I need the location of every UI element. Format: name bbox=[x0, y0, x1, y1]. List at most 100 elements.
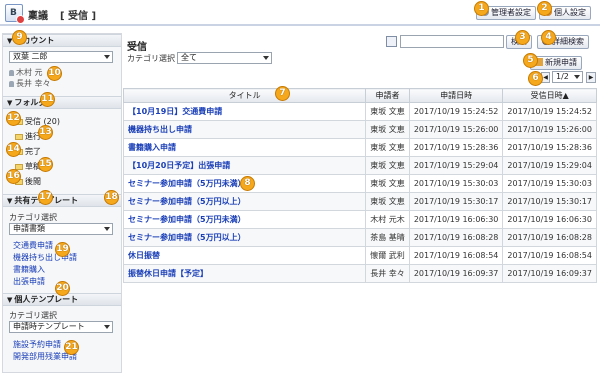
received-at-cell: 2017/10/19 16:08:28 bbox=[502, 228, 597, 247]
table-row[interactable]: 【10月19日】交通費申請 東坂 文恵 2017/10/19 15:24:52 201… bbox=[122, 102, 597, 121]
personal-category-select[interactable]: 申請時テンプレート bbox=[9, 321, 113, 333]
applicant-cell: 木村 元木 bbox=[365, 210, 410, 229]
received-at-cell: 2017/10/19 15:30:17 bbox=[502, 192, 597, 211]
chevron-down-icon bbox=[574, 75, 580, 79]
shared-category-select[interactable]: 申請書類 bbox=[9, 223, 113, 235]
chevron-down-icon bbox=[104, 227, 110, 231]
received-at-cell: 2017/10/19 15:29:04 bbox=[502, 156, 597, 175]
category-select[interactable]: 全て bbox=[177, 52, 272, 64]
title-cell[interactable]: 【10月19日】交通費申請 bbox=[122, 102, 367, 121]
account-select[interactable]: 双葉 二郎 bbox=[9, 51, 113, 63]
title-cell[interactable]: 振替休日申請【予定】 bbox=[122, 264, 367, 283]
annotation-badge: 17 bbox=[38, 190, 53, 205]
received-at-cell: 2017/10/19 15:26:00 bbox=[502, 120, 597, 139]
applied-at-cell: 2017/10/19 15:26:00 bbox=[408, 120, 504, 139]
table-row[interactable]: 【10月20日予定】出張申請 東坂 文恵 2017/10/19 15:29:04 20… bbox=[122, 156, 597, 175]
top-bar: B 稟議 [ 受信 ] 管理者設定 個人設定 bbox=[0, 0, 600, 26]
applicant-cell: 東坂 文恵 bbox=[365, 138, 410, 157]
person-icon bbox=[9, 81, 14, 87]
chevron-down-icon bbox=[104, 55, 110, 59]
received-at-cell: 2017/10/19 16:08:54 bbox=[502, 246, 597, 265]
annotation-badge: 13 bbox=[38, 125, 53, 140]
title-cell[interactable]: セミナー参加申請（5万円以上） bbox=[122, 228, 367, 247]
table-row[interactable]: セミナー参加申請（5万円以上） 茶島 基晴 2017/10/19 16:08:28 2… bbox=[122, 228, 597, 247]
annotation-badge: 4 bbox=[541, 30, 556, 45]
column-header-received-at[interactable]: 受信日時▲ bbox=[502, 88, 597, 103]
personal-template-link[interactable]: 施設予約申請 bbox=[13, 339, 61, 350]
applicant-cell: 茶島 基晴 bbox=[365, 228, 410, 247]
table-row[interactable]: 機器持ち出し申請 東坂 文恵 2017/10/19 15:26:00 2017/10/… bbox=[122, 120, 597, 139]
shared-category-label: カテゴリ選択 bbox=[9, 213, 57, 222]
chevron-down-icon bbox=[104, 325, 110, 329]
title-cell[interactable]: 書籍購入申請 bbox=[122, 138, 367, 157]
table-row[interactable]: 振替休日申請【予定】 長井 幸々 2017/10/19 16:09:37 2017/1… bbox=[122, 264, 597, 283]
table-row[interactable]: 休日振替 懐爾 武利 2017/10/19 16:08:54 2017/10/19 1… bbox=[122, 246, 597, 265]
annotation-badge: 16 bbox=[6, 169, 21, 184]
annotation-badge: 3 bbox=[515, 30, 530, 45]
folder-inbox[interactable]: 受信 (20) bbox=[15, 116, 60, 127]
table-row[interactable]: セミナー参加申請（5万円以上） 東坂 文恵 2017/10/19 15:30:17 2… bbox=[122, 192, 597, 211]
annotation-badge: 1 bbox=[474, 1, 489, 16]
shared-template-link[interactable]: 書籍購入 bbox=[13, 264, 45, 275]
table-header-row: タイトル 申請者 申請日時 受信日時▲ bbox=[122, 88, 597, 103]
person-icon bbox=[9, 70, 14, 76]
table-row[interactable]: セミナー参加申請（5万円未満） 木村 元木 2017/10/19 16:06:30 2… bbox=[122, 210, 597, 229]
title-cell[interactable]: セミナー参加申請（5万円以上） bbox=[122, 192, 367, 211]
account-item[interactable]: 木村 元 bbox=[9, 67, 43, 78]
title-cell[interactable]: 休日振替 bbox=[122, 246, 367, 265]
annotation-badge: 7 bbox=[275, 86, 290, 101]
annotation-badge: 5 bbox=[523, 53, 538, 68]
received-at-cell: 2017/10/19 15:30:03 bbox=[502, 174, 597, 193]
annotation-badge: 6 bbox=[528, 71, 543, 86]
column-header-title[interactable]: タイトル bbox=[122, 88, 367, 103]
annotation-badge: 8 bbox=[240, 176, 255, 191]
search-options-icon[interactable] bbox=[386, 36, 397, 47]
annotation-badge: 11 bbox=[40, 92, 55, 107]
applied-at-cell: 2017/10/19 16:08:54 bbox=[408, 246, 504, 265]
title-cell[interactable]: 機器持ち出し申請 bbox=[122, 120, 367, 139]
column-header-applicant[interactable]: 申請者 bbox=[365, 88, 410, 103]
shared-template-link[interactable]: 交通費申請 bbox=[13, 240, 53, 251]
applied-at-cell: 2017/10/19 16:09:37 bbox=[408, 264, 504, 283]
applicant-cell: 東坂 文恵 bbox=[365, 192, 410, 211]
received-at-cell: 2017/10/19 16:06:30 bbox=[502, 210, 597, 229]
applicant-cell: 東坂 文恵 bbox=[365, 102, 410, 121]
applicant-cell: 東坂 文恵 bbox=[365, 174, 410, 193]
page-subtitle: [ 受信 ] bbox=[60, 11, 97, 22]
applied-at-cell: 2017/10/19 16:06:30 bbox=[408, 210, 504, 229]
page-title: 受信 bbox=[127, 42, 147, 53]
received-at-cell: 2017/10/19 15:24:52 bbox=[502, 102, 597, 121]
chevron-down-icon bbox=[263, 56, 269, 60]
table-row[interactable]: 書籍購入申請 東坂 文恵 2017/10/19 15:28:36 2017/10/19… bbox=[122, 138, 597, 157]
applied-at-cell: 2017/10/19 15:30:17 bbox=[408, 192, 504, 211]
annotation-badge: 9 bbox=[12, 30, 27, 45]
request-table: タイトル 申請者 申請日時 受信日時▲ 【10月19日】交通費申請 東坂 文恵 20… bbox=[122, 88, 597, 283]
applied-at-cell: 2017/10/19 16:08:28 bbox=[408, 228, 504, 247]
received-at-cell: 2017/10/19 15:28:36 bbox=[502, 138, 597, 157]
title-cell[interactable]: 【10月20日予定】出張申請 bbox=[122, 156, 367, 175]
annotation-badge: 2 bbox=[537, 1, 552, 16]
annotation-badge: 12 bbox=[6, 111, 21, 126]
table-row[interactable]: セミナー参加申請（5万円未満） 東坂 文恵 2017/10/19 15:30:03 2… bbox=[122, 174, 597, 193]
annotation-badge: 18 bbox=[104, 190, 119, 205]
annotation-badge: 10 bbox=[47, 66, 62, 81]
folder-section-header[interactable]: ▼ フォルダ bbox=[3, 96, 121, 109]
pager-next-icon[interactable]: ▶ bbox=[586, 72, 596, 83]
applicant-cell: 懐爾 武利 bbox=[365, 246, 410, 265]
category-label: カテゴリ選択 bbox=[127, 54, 175, 63]
shared-template-link[interactable]: 出張申請 bbox=[13, 276, 45, 287]
search-input[interactable] bbox=[400, 35, 504, 48]
annotation-badge: 20 bbox=[55, 281, 70, 296]
applied-at-cell: 2017/10/19 15:29:04 bbox=[408, 156, 504, 175]
annotation-badge: 14 bbox=[6, 142, 21, 157]
account-item[interactable]: 長井 幸々 bbox=[9, 78, 51, 89]
column-header-applied-at[interactable]: 申請日時 bbox=[408, 88, 504, 103]
pager-select[interactable]: 1/2 bbox=[552, 71, 583, 83]
annotation-badge: 15 bbox=[38, 157, 53, 172]
folder-icon bbox=[15, 134, 23, 140]
received-at-cell: 2017/10/19 16:09:37 bbox=[502, 264, 597, 283]
title-cell[interactable]: セミナー参加申請（5万円未満） bbox=[122, 210, 367, 229]
app-title: 稟議 bbox=[28, 11, 48, 22]
annotation-badge: 19 bbox=[55, 242, 70, 257]
applicant-cell: 東坂 文恵 bbox=[365, 120, 410, 139]
